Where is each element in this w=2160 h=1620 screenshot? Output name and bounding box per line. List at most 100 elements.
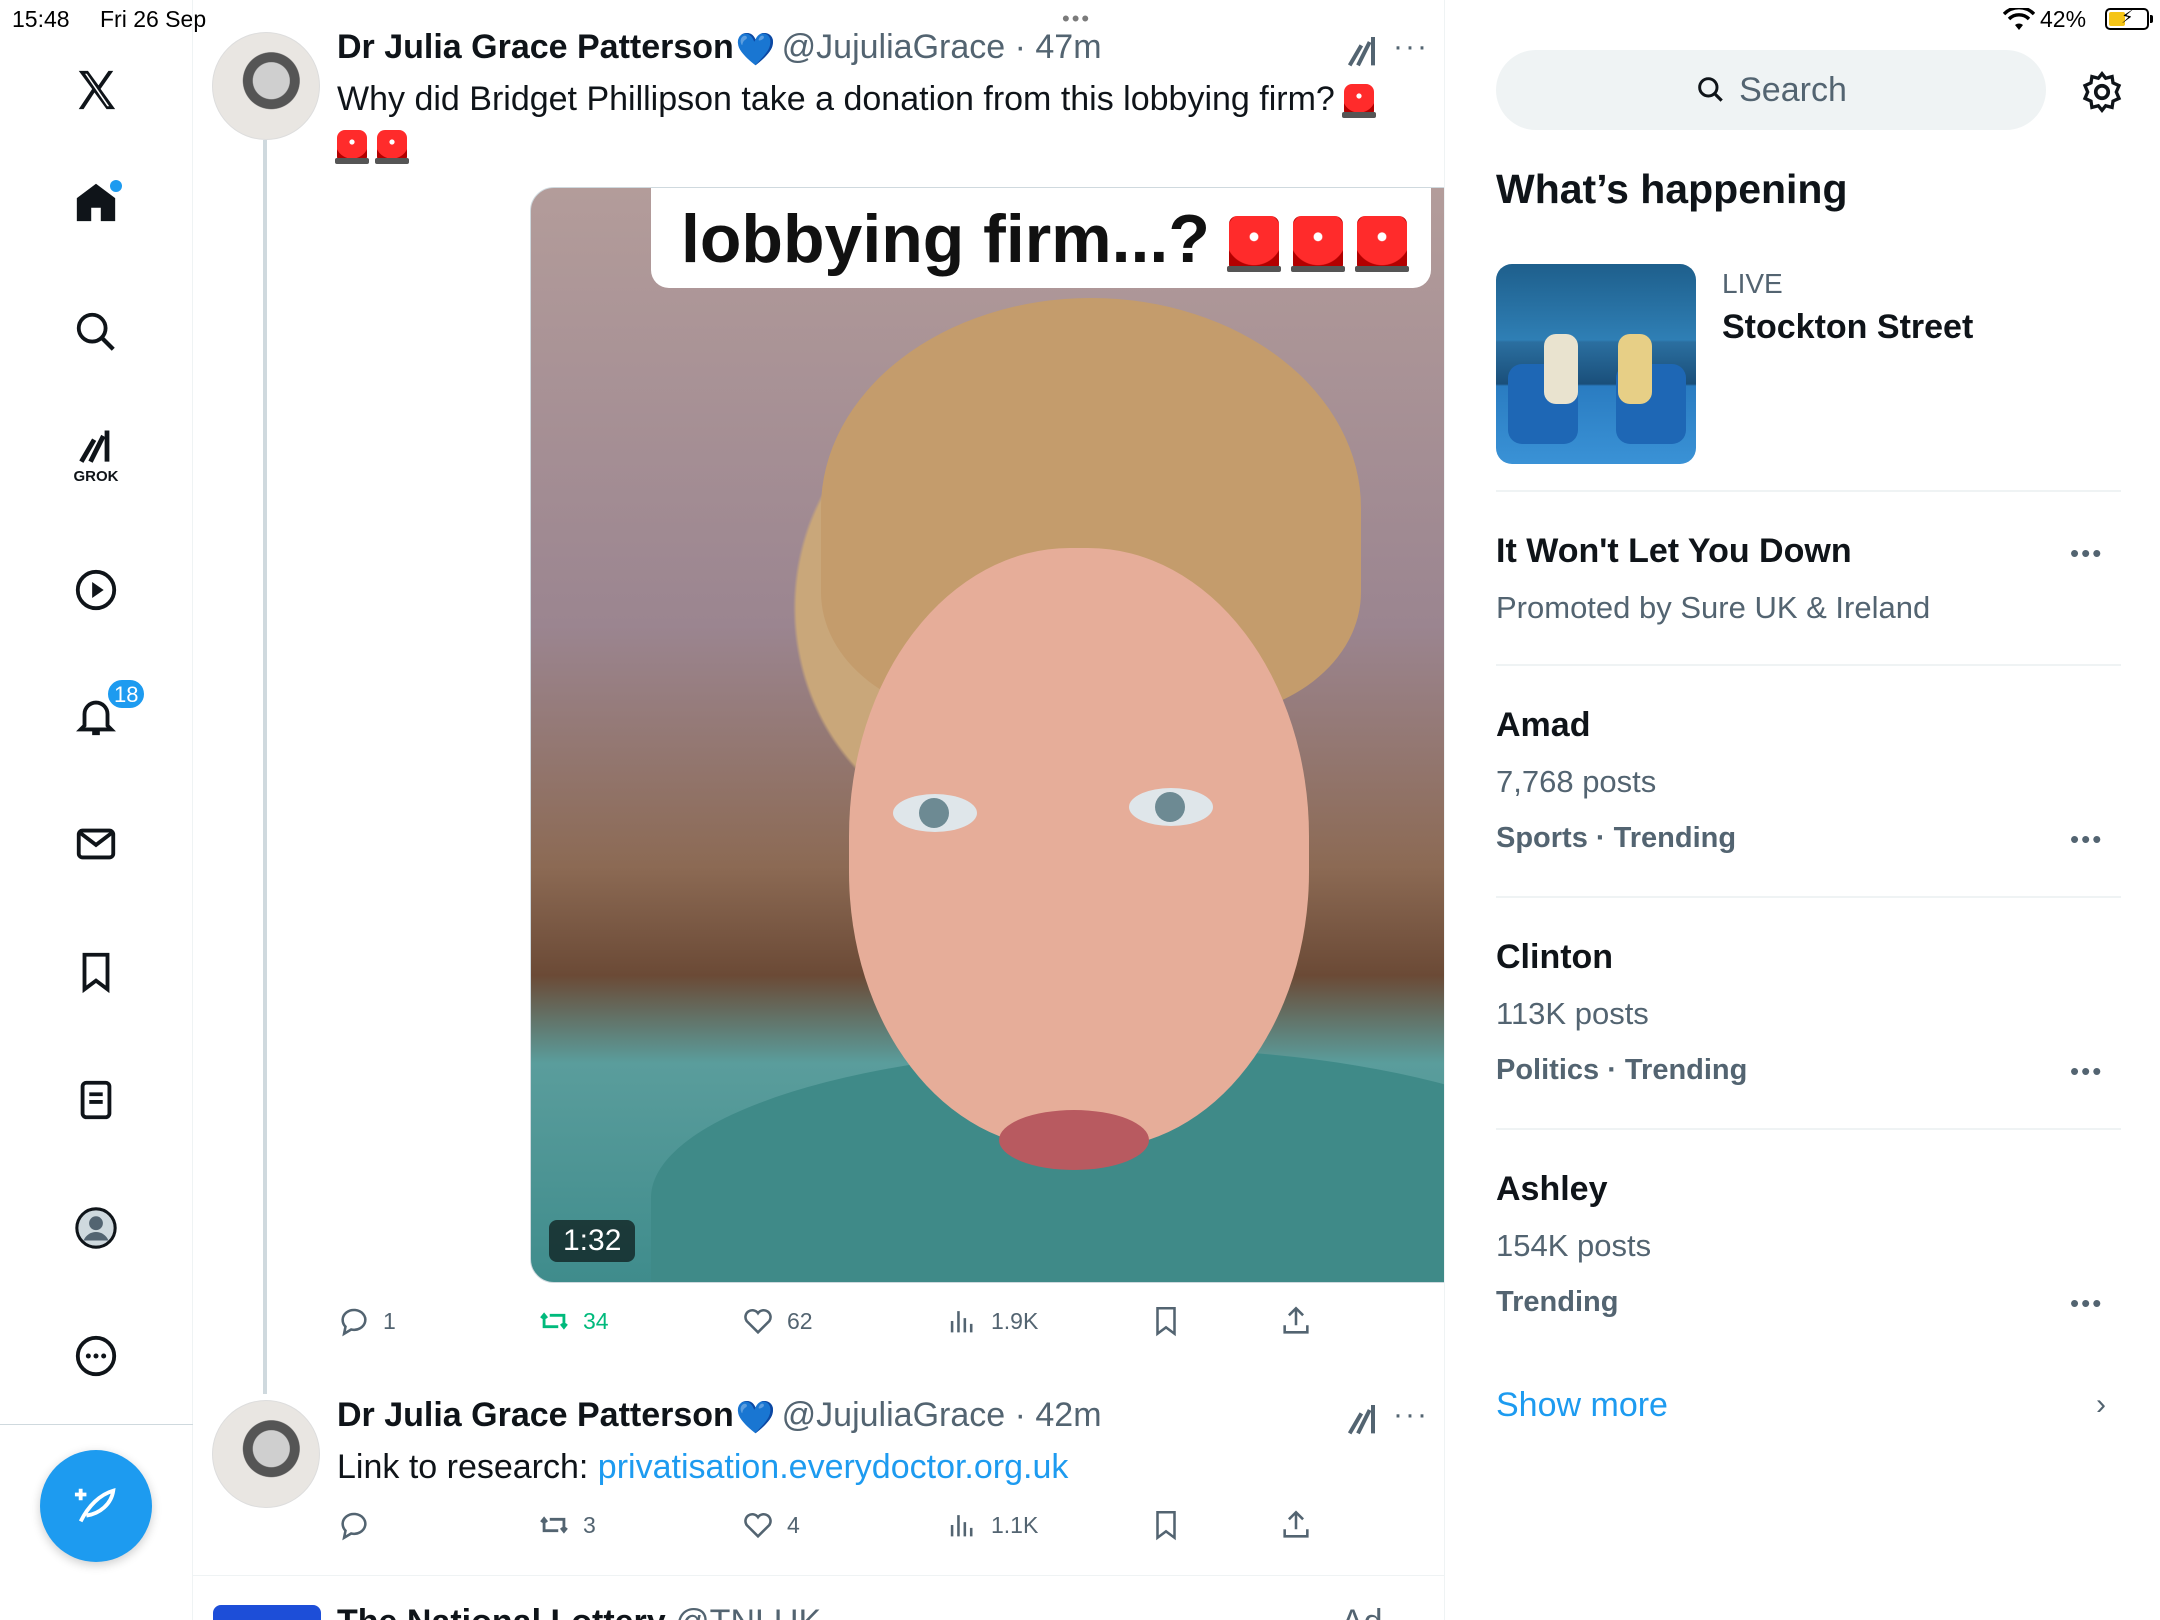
notifications-badge: 18 (106, 678, 147, 710)
trend-title: Amad (1496, 706, 1591, 744)
trend-more-icon[interactable]: ••• (2070, 1288, 2103, 1319)
heart-icon (744, 1308, 772, 1335)
ad-avatar[interactable] (213, 1605, 321, 1620)
search-icon[interactable] (66, 302, 126, 362)
grok-explain-icon[interactable] (1343, 1400, 1383, 1440)
author-handle[interactable]: @JujuliaGrace (782, 1396, 1006, 1434)
author-name[interactable]: Dr Julia Grace Patterson (337, 28, 734, 66)
views-button[interactable]: 1.1K (945, 1508, 1038, 1542)
trend-more-icon[interactable]: ••• (2070, 824, 2103, 855)
share-icon (1283, 1510, 1309, 1538)
thread-connector-line (263, 140, 267, 1394)
tweet-text: Link to research: privatisation.everydoc… (337, 1444, 1427, 1490)
reply-count: 1 (383, 1307, 396, 1334)
author-handle[interactable]: @JujuliaGrace (782, 28, 1006, 66)
settings-gear-icon[interactable] (2080, 70, 2124, 114)
tweet-more-icon[interactable]: ··· (1393, 30, 1429, 64)
repost-button[interactable]: 3 (537, 1508, 596, 1542)
verified-heart-icon: 💙 (735, 31, 776, 67)
grok-icon[interactable]: GROK (66, 424, 126, 485)
timeline-feed: Dr Julia Grace Patterson💙 @JujuliaGrace ·… (193, 0, 1445, 1620)
reply-button[interactable] (337, 1508, 371, 1542)
trend-post-count: 7,768 posts (1496, 764, 1657, 799)
tweet-header: Dr Julia Grace Patterson💙 @JujuliaGrace ·… (337, 1396, 1102, 1436)
views-button[interactable]: 1.9K (945, 1304, 1038, 1338)
tweet-divider (193, 1575, 1444, 1576)
trend-promoted-by: Promoted by Sure UK & Ireland (1496, 590, 1931, 625)
repost-icon (540, 1516, 568, 1534)
tweet-more-icon[interactable]: ··· (1393, 1398, 1429, 1432)
tweet-text: Why did Bridget Phillipson take a donati… (335, 76, 1427, 168)
trend-category: Sports · Trending (1496, 822, 1737, 854)
whats-happening-title: What’s happening (1496, 166, 1848, 212)
research-link[interactable]: privatisation.everydoctor.org.uk (598, 1448, 1069, 1486)
like-count: 62 (787, 1307, 813, 1334)
view-count: 1.1K (991, 1511, 1039, 1538)
trend-divider (1496, 896, 2121, 898)
trend-divider (1496, 664, 2121, 666)
trend-title: Clinton (1496, 938, 1614, 976)
tweet-time[interactable]: · 42m (1015, 1396, 1102, 1434)
share-button[interactable] (1279, 1304, 1313, 1338)
share-button[interactable] (1279, 1508, 1313, 1542)
show-more-link[interactable]: Show more (1496, 1386, 1668, 1425)
live-event-thumbnail (1496, 264, 1696, 464)
reply-icon (341, 1512, 367, 1541)
tweet-video[interactable]: lobbying firm...? 1:32 (530, 187, 1444, 1283)
siren-emoji-icon (1226, 216, 1281, 272)
search-placeholder: Search (1739, 70, 1847, 109)
bookmark-button[interactable] (1149, 1304, 1183, 1338)
more-options-icon[interactable] (66, 1326, 126, 1386)
author-name[interactable]: Dr Julia Grace Patterson (337, 1396, 734, 1434)
tweet-time[interactable]: · 47m (1015, 28, 1102, 66)
tweet-body: Link to research: (337, 1448, 598, 1486)
battery-percent: 42% (2040, 6, 2087, 32)
notifications-bell-icon[interactable]: 18 (66, 678, 147, 746)
video-frame-mouth (999, 1110, 1149, 1170)
trend-more-icon[interactable]: ••• (2070, 1056, 2103, 1087)
ad-author-handle: @TNLUK (675, 1603, 821, 1620)
repost-icon (540, 1312, 568, 1330)
search-icon (1698, 77, 1723, 102)
repost-button[interactable]: 34 (537, 1304, 609, 1338)
ad-label: Ad (1341, 1603, 1383, 1620)
chevron-right-icon[interactable]: › (2096, 1388, 2106, 1422)
compose-post-button[interactable] (40, 1450, 152, 1562)
video-frame-eye (893, 794, 977, 832)
like-count: 4 (787, 1511, 800, 1538)
tweet-body: Why did Bridget Phillipson take a donati… (337, 80, 1335, 118)
trend-divider (1496, 490, 2121, 492)
bookmark-button[interactable] (1149, 1508, 1183, 1542)
compose-feather-icon (74, 1488, 116, 1523)
live-event-title: Stockton Street (1722, 308, 1974, 346)
lists-icon[interactable] (66, 1070, 126, 1130)
siren-emoji-icon (375, 130, 409, 164)
messages-envelope-icon[interactable] (66, 814, 126, 874)
reply-button[interactable]: 1 (337, 1304, 396, 1338)
profile-avatar-icon[interactable] (66, 1198, 126, 1258)
heart-icon (744, 1512, 772, 1539)
ad-author-name: The National Lottery (337, 1603, 666, 1620)
share-icon (1283, 1306, 1309, 1334)
bookmark-icon (1156, 1306, 1176, 1337)
left-nav-rail: GROK 18 (0, 0, 193, 1620)
tweet-header: Dr Julia Grace Patterson💙 @JujuliaGrace ·… (337, 28, 1102, 68)
wifi-icon (2003, 8, 2035, 30)
video-icon[interactable] (66, 560, 126, 620)
trend-divider (1496, 1128, 2121, 1130)
repost-count: 3 (583, 1511, 596, 1538)
like-button[interactable]: 4 (741, 1508, 800, 1542)
video-caption: lobbying firm...? (681, 200, 1421, 278)
home-icon[interactable] (66, 172, 126, 232)
like-button[interactable]: 62 (741, 1304, 813, 1338)
search-input[interactable]: Search (1496, 50, 2046, 130)
grok-explain-icon[interactable] (1343, 32, 1383, 72)
ad-tweet-header[interactable]: The National Lottery @TNLUK (337, 1603, 821, 1620)
trend-more-icon[interactable]: ••• (2070, 538, 2103, 569)
author-avatar[interactable] (212, 1400, 320, 1508)
x-logo-icon[interactable] (66, 60, 126, 120)
home-unread-dot (110, 180, 122, 192)
author-avatar[interactable] (212, 32, 320, 140)
views-chart-icon (950, 1311, 973, 1333)
bookmarks-icon[interactable] (66, 942, 126, 1002)
